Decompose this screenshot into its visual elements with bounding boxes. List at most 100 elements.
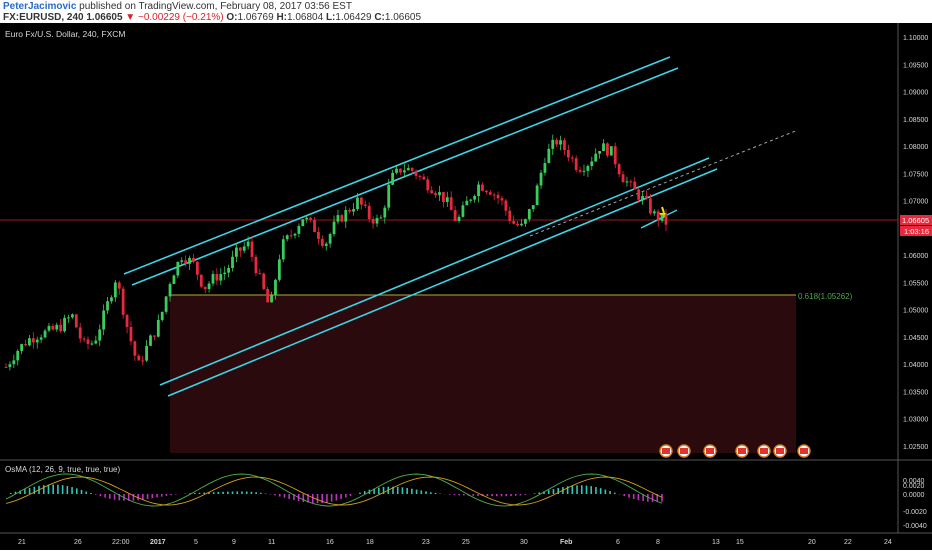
osma-tick-label: -0.0020 bbox=[903, 509, 927, 516]
event-flag-icon[interactable] bbox=[659, 444, 673, 458]
time-tick-label: 8 bbox=[656, 539, 660, 546]
candle-body bbox=[4, 366, 8, 368]
event-flag-icon[interactable] bbox=[735, 444, 749, 458]
candle-body bbox=[317, 231, 320, 239]
candle-body bbox=[258, 273, 262, 275]
low-label: L: bbox=[325, 12, 336, 23]
candle-body bbox=[445, 197, 449, 203]
time-tick-label: 6 bbox=[616, 539, 620, 546]
candle-body bbox=[180, 260, 184, 262]
price-tick-label: 1.07500 bbox=[903, 171, 928, 178]
candle-body bbox=[547, 148, 551, 164]
candle-body bbox=[102, 310, 106, 330]
candle-body bbox=[74, 314, 78, 328]
low-value: 1.06429 bbox=[335, 12, 372, 23]
candle-body bbox=[324, 243, 328, 246]
author-link[interactable]: PeterJacimovic bbox=[3, 1, 76, 12]
candle-body bbox=[359, 197, 363, 205]
candle-body bbox=[469, 199, 473, 201]
candle-body bbox=[106, 301, 109, 311]
event-flag-stripe bbox=[760, 448, 768, 454]
time-tick-label: 22:00 bbox=[112, 539, 130, 546]
chart-area[interactable]: 0.618(1.05262) OsMA (12, 26, 9, true, tr… bbox=[0, 23, 932, 550]
publication-info: PeterJacimovic published on TradingView.… bbox=[3, 1, 352, 12]
candle-body bbox=[344, 210, 348, 222]
event-flag-icon[interactable] bbox=[677, 444, 691, 458]
candle-body bbox=[379, 217, 383, 219]
time-tick-label: 20 bbox=[808, 539, 816, 546]
event-flag-stripe bbox=[738, 448, 746, 454]
event-flag-icon[interactable] bbox=[703, 444, 717, 458]
price-tick-label: 1.07000 bbox=[903, 199, 928, 206]
candle-body bbox=[254, 256, 258, 274]
candle-body bbox=[488, 192, 492, 195]
candle-body bbox=[35, 339, 39, 343]
candle-body bbox=[543, 163, 547, 173]
candle-body bbox=[594, 153, 598, 162]
price-tick-label: 1.05000 bbox=[903, 308, 928, 315]
candle-body bbox=[637, 189, 641, 200]
event-flag-icon[interactable] bbox=[797, 444, 811, 458]
candle-body bbox=[461, 205, 465, 217]
candle-body bbox=[8, 364, 12, 368]
candle-body bbox=[617, 164, 621, 175]
candle-body bbox=[551, 139, 555, 149]
candle-body bbox=[410, 168, 414, 171]
candle-body bbox=[477, 184, 480, 197]
candle-body bbox=[648, 198, 652, 214]
candle-body bbox=[395, 168, 398, 173]
candle-body bbox=[363, 204, 367, 206]
candle-body bbox=[289, 235, 293, 237]
event-flag-icon[interactable] bbox=[757, 444, 771, 458]
open-value: 1.06769 bbox=[237, 12, 274, 23]
symbol-quote-row: FX:EURUSD, 240 1.06605 ▼ −0.00229 (−0.21… bbox=[3, 12, 421, 23]
candle-body bbox=[438, 192, 441, 196]
price-tick-label: 1.08000 bbox=[903, 144, 928, 151]
candle-body bbox=[215, 274, 219, 281]
candle-body bbox=[153, 335, 156, 337]
price-tick-label: 1.04500 bbox=[903, 335, 928, 342]
candle-body bbox=[414, 170, 418, 176]
osma-axis[interactable]: 0.00400.00200.0000-0.0020-0.0040 bbox=[903, 478, 927, 530]
chart-title: Euro Fx/U.S. Dollar, 240, FXCM bbox=[5, 29, 125, 39]
open-label: O: bbox=[226, 12, 238, 23]
candle-body bbox=[78, 327, 82, 339]
candle-body bbox=[496, 194, 500, 199]
candle-body bbox=[465, 200, 469, 206]
published-text: published on TradingView.com, February 0… bbox=[79, 1, 352, 12]
event-flag-icon[interactable] bbox=[773, 444, 787, 458]
close-value: 1.06605 bbox=[384, 12, 422, 23]
price-axis[interactable]: 1.10000 1.09500 1.09000 1.08500 1.08000 1.075… bbox=[903, 35, 928, 451]
candle-body bbox=[645, 196, 648, 199]
candle-body bbox=[348, 210, 352, 212]
candle-body bbox=[63, 317, 66, 332]
candle-body bbox=[242, 246, 246, 251]
candle-body bbox=[520, 223, 523, 226]
candle-body bbox=[238, 247, 242, 251]
tradingview-chart-screenshot: PeterJacimovic published on TradingView.… bbox=[0, 0, 932, 550]
candle-body bbox=[531, 205, 535, 210]
event-flag-stripe bbox=[680, 448, 688, 454]
chart-canvas[interactable]: 0.618(1.05262) OsMA (12, 26, 9, true, tr… bbox=[0, 23, 932, 550]
time-tick-label: 18 bbox=[366, 539, 374, 546]
price-tick-label: 1.02500 bbox=[903, 444, 928, 451]
candle-body bbox=[383, 207, 387, 218]
candle-body bbox=[20, 344, 24, 351]
time-tick-label: 25 bbox=[462, 539, 470, 546]
candle-body bbox=[606, 143, 609, 156]
candle-body bbox=[609, 146, 613, 156]
candle-body bbox=[656, 211, 660, 221]
fib-label: 0.618(1.05262) bbox=[798, 292, 853, 301]
candle-body bbox=[195, 261, 199, 275]
candle-body bbox=[508, 210, 512, 221]
candle-body bbox=[516, 223, 519, 226]
candle-body bbox=[422, 176, 426, 180]
price-tick-label: 1.04000 bbox=[903, 362, 928, 369]
candle-body bbox=[356, 197, 359, 210]
candle-body bbox=[16, 350, 20, 361]
candle-body bbox=[270, 295, 273, 303]
candle-body bbox=[563, 140, 566, 151]
candle-body bbox=[176, 261, 180, 276]
time-axis[interactable]: 21 26 22:00 2017 5 9 11 16 18 23 25 30 Feb 6 8 13 15 20 22… bbox=[18, 539, 892, 546]
osma-pane[interactable] bbox=[5, 473, 663, 507]
